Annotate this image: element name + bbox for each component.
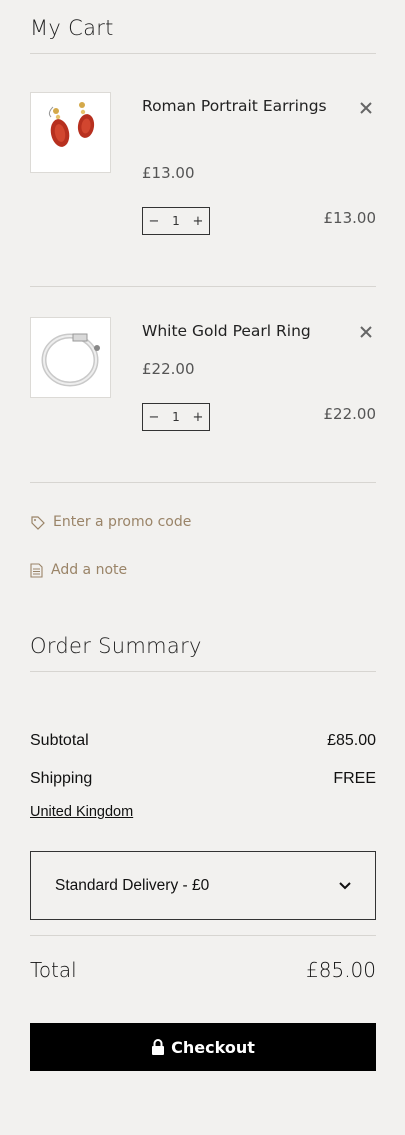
shipping-value: FREE xyxy=(333,770,376,787)
total-row: Total £85.00 xyxy=(30,958,376,982)
delivery-method-select[interactable]: Standard Delivery - £0 xyxy=(30,851,376,920)
total-value: £85.00 xyxy=(306,958,376,982)
shipping-country-link[interactable]: United Kingdom xyxy=(30,804,133,820)
add-note-link[interactable]: Add a note xyxy=(30,562,127,578)
promo-code-link[interactable]: Enter a promo code xyxy=(30,514,191,530)
tag-icon xyxy=(31,515,45,530)
divider xyxy=(30,286,376,287)
subtotal-row: Subtotal £85.00 xyxy=(30,732,376,750)
product-image-earrings[interactable] xyxy=(30,92,111,173)
increase-quantity-button[interactable]: + xyxy=(187,410,209,425)
remove-item-button[interactable] xyxy=(358,324,374,340)
divider xyxy=(30,935,376,936)
divider xyxy=(30,53,376,54)
quantity-stepper[interactable]: − 1 + xyxy=(142,403,210,431)
line-total: £22.00 xyxy=(323,405,377,423)
checkout-label: Checkout xyxy=(171,1037,255,1057)
promo-code-label[interactable]: Enter a promo code xyxy=(53,514,191,530)
delivery-option-label: Standard Delivery - £0 xyxy=(55,876,210,894)
note-icon xyxy=(30,562,43,578)
add-note-label[interactable]: Add a note xyxy=(51,562,127,578)
total-label: Total xyxy=(30,958,77,982)
divider xyxy=(30,482,376,483)
quantity-value[interactable]: 1 xyxy=(165,214,187,228)
close-icon xyxy=(360,102,372,114)
decrease-quantity-button[interactable]: − xyxy=(143,214,165,229)
shipping-label: Shipping xyxy=(30,770,93,787)
product-unit-price: £22.00 xyxy=(142,360,195,378)
divider xyxy=(30,671,376,672)
close-icon xyxy=(360,326,372,338)
remove-item-button[interactable] xyxy=(358,100,374,116)
line-total: £13.00 xyxy=(323,209,377,227)
chevron-down-icon xyxy=(339,881,351,889)
decrease-quantity-button[interactable]: − xyxy=(143,410,165,425)
lock-icon xyxy=(152,1038,165,1055)
subtotal-label: Subtotal xyxy=(30,732,89,749)
subtotal-value: £85.00 xyxy=(327,732,376,749)
order-summary-title: Order Summary xyxy=(30,634,202,658)
product-image-ring[interactable] xyxy=(30,317,111,398)
quantity-value[interactable]: 1 xyxy=(165,410,187,424)
checkout-button[interactable]: Checkout xyxy=(30,1023,376,1071)
product-name[interactable]: Roman Portrait Earrings xyxy=(142,92,332,120)
product-name[interactable]: White Gold Pearl Ring xyxy=(142,317,332,345)
shipping-row: Shipping FREE xyxy=(30,770,376,788)
increase-quantity-button[interactable]: + xyxy=(187,214,209,229)
product-unit-price: £13.00 xyxy=(142,164,195,182)
cart-title: My Cart xyxy=(30,16,114,40)
quantity-stepper[interactable]: − 1 + xyxy=(142,207,210,235)
